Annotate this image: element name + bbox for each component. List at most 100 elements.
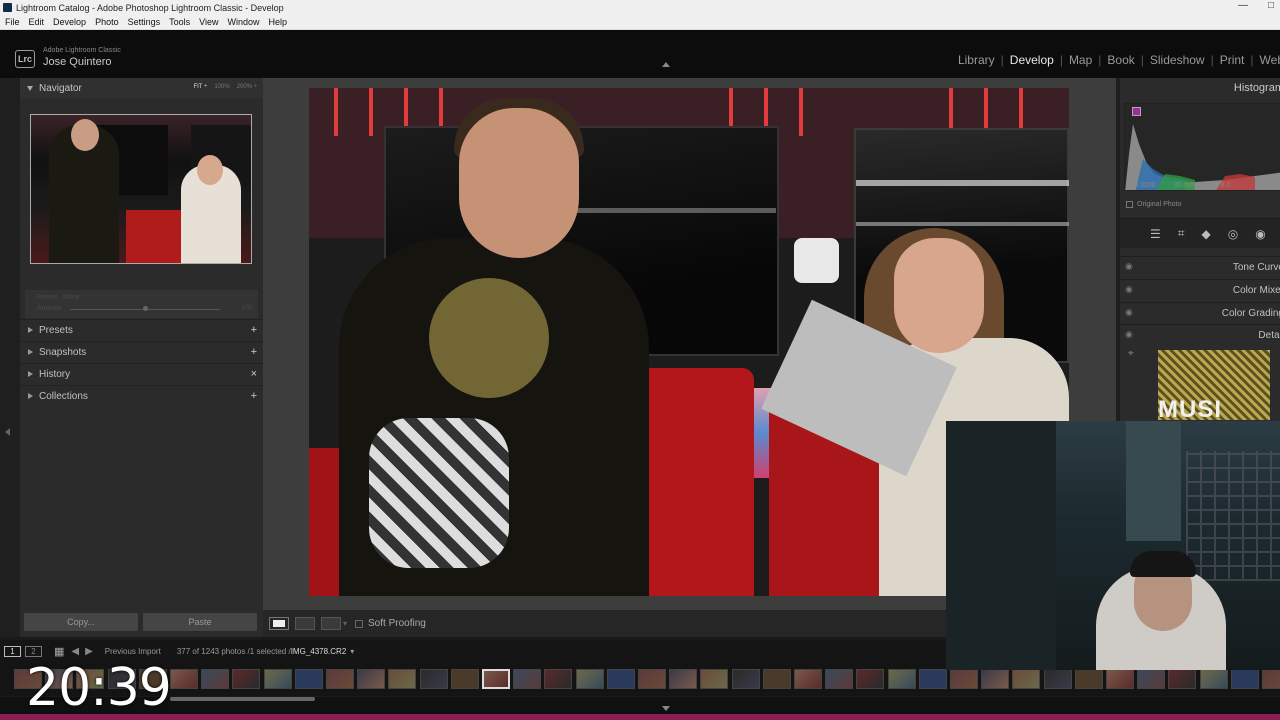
filmstrip-thumbnail[interactable]	[1137, 669, 1166, 689]
soft-proofing-checkbox[interactable]	[355, 619, 364, 628]
filmstrip-thumbnail[interactable]	[731, 669, 760, 689]
filmstrip-thumbnail[interactable]	[606, 669, 635, 689]
left-panel-edge[interactable]	[0, 78, 20, 637]
filmstrip-thumbnail[interactable]	[1106, 669, 1134, 689]
filmstrip-thumbnail[interactable]	[263, 669, 292, 689]
selected-filename[interactable]: IMG_4378.CR2	[291, 647, 347, 656]
detail-target-icon[interactable]: ⌖	[1128, 348, 1134, 359]
detail-preview[interactable]: MUSI	[1158, 350, 1270, 420]
minimize-icon[interactable]: —	[1238, 0, 1248, 11]
eye-icon[interactable]: ◉	[1125, 329, 1133, 340]
section-detail[interactable]: ◉ Detail	[1120, 324, 1280, 345]
eye-icon[interactable]: ◉	[1125, 307, 1133, 318]
filmstrip-thumbnail[interactable]	[762, 669, 791, 689]
filmstrip-thumbnail[interactable]	[1043, 669, 1072, 689]
amount-slider-knob[interactable]	[143, 306, 148, 311]
filmstrip-thumbnail[interactable]	[1168, 669, 1197, 689]
maximize-icon[interactable]: □	[1268, 0, 1274, 11]
module-book[interactable]: Book	[1101, 53, 1140, 67]
eye-icon[interactable]: ◉	[1125, 284, 1133, 295]
filmstrip-thumbnail[interactable]	[544, 669, 573, 689]
menu-window[interactable]: Window	[228, 17, 260, 27]
zoom-fit[interactable]: FIT ÷	[193, 84, 207, 90]
filmstrip-thumbnail[interactable]	[700, 669, 729, 689]
filmstrip-thumbnail[interactable]	[575, 669, 604, 689]
module-web[interactable]: Web	[1254, 53, 1280, 67]
filmstrip-thumbnail[interactable]	[294, 669, 323, 689]
filmstrip-thumbnail[interactable]	[918, 669, 947, 689]
section-snapshots[interactable]: Snapshots +	[20, 341, 263, 362]
eye-icon[interactable]: ◉	[1125, 261, 1133, 272]
menu-edit[interactable]: Edit	[29, 17, 45, 27]
copy-button[interactable]: Copy...	[24, 613, 138, 631]
section-presets[interactable]: Presets +	[20, 319, 263, 340]
module-map[interactable]: Map	[1063, 53, 1098, 67]
histogram[interactable]	[1124, 103, 1280, 191]
crop-icon[interactable]: ⌗	[1178, 226, 1185, 241]
add-collection-icon[interactable]: +	[251, 390, 257, 402]
chevron-down-icon[interactable]: ▾	[350, 647, 354, 656]
histogram-title[interactable]: Histogram	[1234, 82, 1280, 94]
filmstrip-thumbnail[interactable]	[856, 669, 885, 689]
filmstrip-thumbnail[interactable]	[638, 669, 666, 689]
filmstrip-thumbnail[interactable]	[388, 669, 417, 689]
chevron-down-icon[interactable]: ▾	[343, 619, 347, 628]
nav-arrows-icon[interactable]: ◀▶	[71, 646, 98, 657]
filmstrip-thumbnail[interactable]	[825, 669, 854, 689]
filmstrip-thumbnail[interactable]	[950, 669, 978, 689]
masking-icon[interactable]: ◉	[1255, 227, 1265, 241]
menu-help[interactable]: Help	[269, 17, 288, 27]
before-after-split-button[interactable]	[321, 617, 341, 630]
filmstrip-source[interactable]: Previous Import	[105, 647, 161, 656]
module-print[interactable]: Print	[1214, 53, 1251, 67]
filmstrip-thumbnail[interactable]	[232, 669, 261, 689]
filmstrip-thumbnail[interactable]	[794, 669, 822, 689]
module-library[interactable]: Library	[952, 53, 1001, 67]
filmstrip-thumbnail[interactable]	[669, 669, 698, 689]
menu-settings[interactable]: Settings	[128, 17, 161, 27]
filmstrip-thumbnail[interactable]	[1230, 669, 1259, 689]
section-collections[interactable]: Collections +	[20, 385, 263, 406]
filmstrip-scrollbar[interactable]	[170, 697, 315, 701]
clear-history-icon[interactable]: ×	[251, 368, 257, 380]
zoom-100[interactable]: 100%	[214, 84, 229, 90]
collapse-left-panel-icon[interactable]	[5, 428, 10, 436]
red-eye-icon[interactable]: ◎	[1228, 227, 1238, 241]
soft-proofing-toggle[interactable]: Soft Proofing	[355, 618, 426, 629]
add-snapshot-icon[interactable]: +	[251, 346, 257, 358]
menu-photo[interactable]: Photo	[95, 17, 119, 27]
section-tone-curve[interactable]: ◉ Tone Curve	[1120, 256, 1280, 277]
before-after-button[interactable]	[295, 617, 315, 630]
filmstrip-thumbnail[interactable]	[482, 669, 510, 689]
filmstrip-thumbnail[interactable]	[357, 669, 386, 689]
collapse-filmstrip-icon[interactable]	[662, 706, 670, 711]
menu-develop[interactable]: Develop	[53, 17, 86, 27]
main-window-button[interactable]: 1	[4, 645, 21, 657]
original-photo-checkbox[interactable]	[1126, 201, 1133, 208]
filmstrip-thumbnail[interactable]	[513, 669, 542, 689]
menu-file[interactable]: File	[5, 17, 20, 27]
paste-button[interactable]: Paste	[143, 613, 257, 631]
section-color-grading[interactable]: ◉ Color Grading	[1120, 302, 1280, 323]
add-preset-icon[interactable]: +	[251, 324, 257, 336]
original-photo-toggle[interactable]: Original Photo	[1126, 201, 1181, 208]
filmstrip-thumbnail[interactable]	[170, 669, 198, 689]
secondary-window-button[interactable]: 2	[25, 645, 42, 657]
filmstrip-thumbnail[interactable]	[1012, 669, 1041, 689]
navigator-preview[interactable]	[30, 114, 252, 264]
filmstrip-thumbnail[interactable]	[326, 669, 354, 689]
filmstrip-thumbnail[interactable]	[1074, 669, 1103, 689]
zoom-200[interactable]: 200% ÷	[237, 84, 257, 90]
menu-view[interactable]: View	[199, 17, 218, 27]
collapse-top-panel-icon[interactable]	[662, 62, 670, 67]
healing-icon[interactable]: ◆	[1202, 227, 1211, 241]
filmstrip-thumbnail[interactable]	[1262, 669, 1280, 689]
section-history[interactable]: History ×	[20, 363, 263, 384]
edit-sliders-icon[interactable]: ☰	[1150, 227, 1161, 241]
filmstrip-thumbnail[interactable]	[981, 669, 1010, 689]
filmstrip-thumbnail[interactable]	[201, 669, 230, 689]
filmstrip-thumbnail[interactable]	[419, 669, 448, 689]
filmstrip-thumbnail[interactable]	[1199, 669, 1228, 689]
section-color-mixer[interactable]: ◉ Color Mixer	[1120, 279, 1280, 300]
loupe-view-button[interactable]	[269, 617, 289, 630]
